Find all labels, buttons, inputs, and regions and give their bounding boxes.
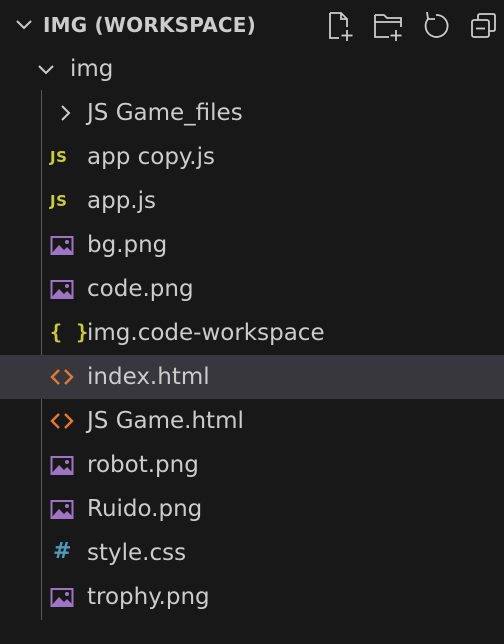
explorer-panel: IMG (WORKSPACE) img JS Game_files JS app… <box>0 0 504 644</box>
tree-item-file[interactable]: bg.png <box>0 223 504 267</box>
tree-item-label: trophy.png <box>87 584 210 610</box>
js-icon: JS <box>50 148 68 166</box>
tree-item-label: robot.png <box>87 452 199 478</box>
tree-item-label: app copy.js <box>87 144 215 170</box>
collapse-all-icon <box>471 13 496 38</box>
explorer-header[interactable]: IMG (WORKSPACE) <box>0 0 504 50</box>
js-icon: JS <box>50 192 68 210</box>
image-icon <box>50 454 74 476</box>
tree-item-file[interactable]: code.png <box>0 267 504 311</box>
braces-icon: { } <box>50 320 90 344</box>
tree-item-file[interactable]: Ruido.png <box>0 487 504 531</box>
tree-item-label: index.html <box>87 364 210 390</box>
tree-item-label: JS Game_files <box>87 100 243 126</box>
tree-item-label: app.js <box>87 188 156 214</box>
image-icon <box>50 234 74 256</box>
new-file-button[interactable] <box>324 10 356 42</box>
chevron-down-icon <box>36 60 56 82</box>
new-folder-icon <box>374 14 402 41</box>
tree-item-file[interactable]: { } img.code-workspace <box>0 311 504 355</box>
tree-item-label: img.code-workspace <box>87 320 325 346</box>
refresh-icon <box>424 11 449 38</box>
tree-root-label: img <box>70 56 114 82</box>
image-icon <box>50 278 74 300</box>
tree-item-folder[interactable]: JS Game_files <box>0 91 504 135</box>
tree-item-file[interactable]: # style.css <box>0 531 504 575</box>
image-icon <box>50 586 74 608</box>
tree-item-file[interactable]: robot.png <box>0 443 504 487</box>
html-icon <box>50 411 74 433</box>
workspace-title[interactable]: IMG (WORKSPACE) <box>43 12 256 38</box>
tree-item-label: code.png <box>87 276 194 302</box>
tree-item-file-selected[interactable]: index.html <box>0 355 504 399</box>
html-icon <box>50 367 74 389</box>
refresh-button[interactable] <box>420 10 452 42</box>
chevron-right-icon <box>56 103 76 125</box>
collapse-all-button[interactable] <box>468 10 500 42</box>
tree-item-label: bg.png <box>87 232 168 258</box>
hash-icon: # <box>53 539 72 564</box>
tree-item-label: JS Game.html <box>87 408 244 434</box>
image-icon <box>50 498 74 520</box>
new-file-icon <box>329 12 353 41</box>
tree-item-file[interactable]: JS app.js <box>0 179 504 223</box>
new-folder-button[interactable] <box>372 10 404 42</box>
chevron-down-icon[interactable] <box>14 15 34 35</box>
tree-item-label: Ruido.png <box>87 496 203 522</box>
tree-item-file[interactable]: JS app copy.js <box>0 135 504 179</box>
tree-root-folder[interactable]: img <box>0 47 504 91</box>
tree-item-file[interactable]: JS Game.html <box>0 399 504 443</box>
tree-item-label: style.css <box>87 540 187 566</box>
tree-item-file[interactable]: trophy.png <box>0 575 504 619</box>
